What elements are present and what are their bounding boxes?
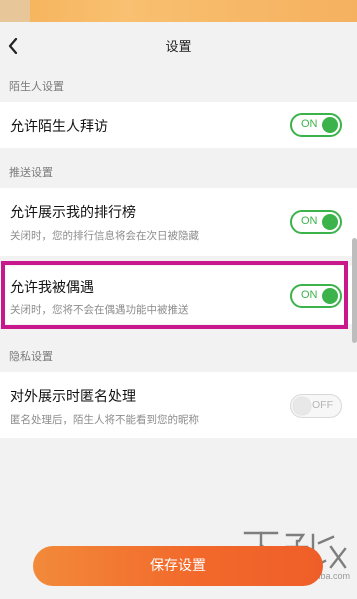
setting-description: 匿名处理后，陌生人将不能看到您的昵称 <box>10 414 199 426</box>
top-banner-strip <box>0 0 357 22</box>
toggle-anonymous-display[interactable]: OFF <box>290 394 342 418</box>
highlight-annotation-box <box>1 261 348 329</box>
setting-row-show-leaderboard: 允许展示我的排行榜 关闭时，您的排行信息将会在次日被隐藏 ON <box>0 188 357 256</box>
toggle-knob <box>322 117 338 133</box>
header-bar: 设置 <box>0 22 357 70</box>
toggle-knob <box>293 397 311 415</box>
banner-decoration <box>0 0 30 22</box>
setting-title: 允许展示我的排行榜 <box>10 205 136 221</box>
toggle-state-label: ON <box>301 215 318 227</box>
save-settings-button[interactable]: 保存设置 <box>33 546 323 586</box>
toggle-knob <box>322 214 338 230</box>
toggle-state-label: OFF <box>312 399 333 411</box>
section-label-stranger: 陌生人设置 <box>9 80 64 93</box>
page-title: 设置 <box>165 40 192 55</box>
setting-description: 关闭时，您的排行信息将会在次日被隐藏 <box>10 230 199 242</box>
section-label-privacy: 隐私设置 <box>9 350 53 363</box>
settings-page: 设置 陌生人设置 允许陌生人拜访 ON 推送设置 允许展示我的排行榜 关闭时，您… <box>0 22 357 589</box>
toggle-state-label: ON <box>301 118 318 130</box>
toggle-show-leaderboard[interactable]: ON <box>290 210 342 234</box>
scrollbar[interactable] <box>352 238 357 343</box>
setting-title: 允许陌生人拜访 <box>10 119 108 135</box>
setting-row-anonymous-display: 对外展示时匿名处理 匿名处理后，陌生人将不能看到您的昵称 OFF <box>0 372 357 438</box>
setting-title: 对外展示时匿名处理 <box>10 389 136 405</box>
setting-row-allow-stranger-visit: 允许陌生人拜访 ON <box>0 102 357 148</box>
section-label-push: 推送设置 <box>9 166 53 179</box>
toggle-allow-stranger-visit[interactable]: ON <box>290 113 342 137</box>
